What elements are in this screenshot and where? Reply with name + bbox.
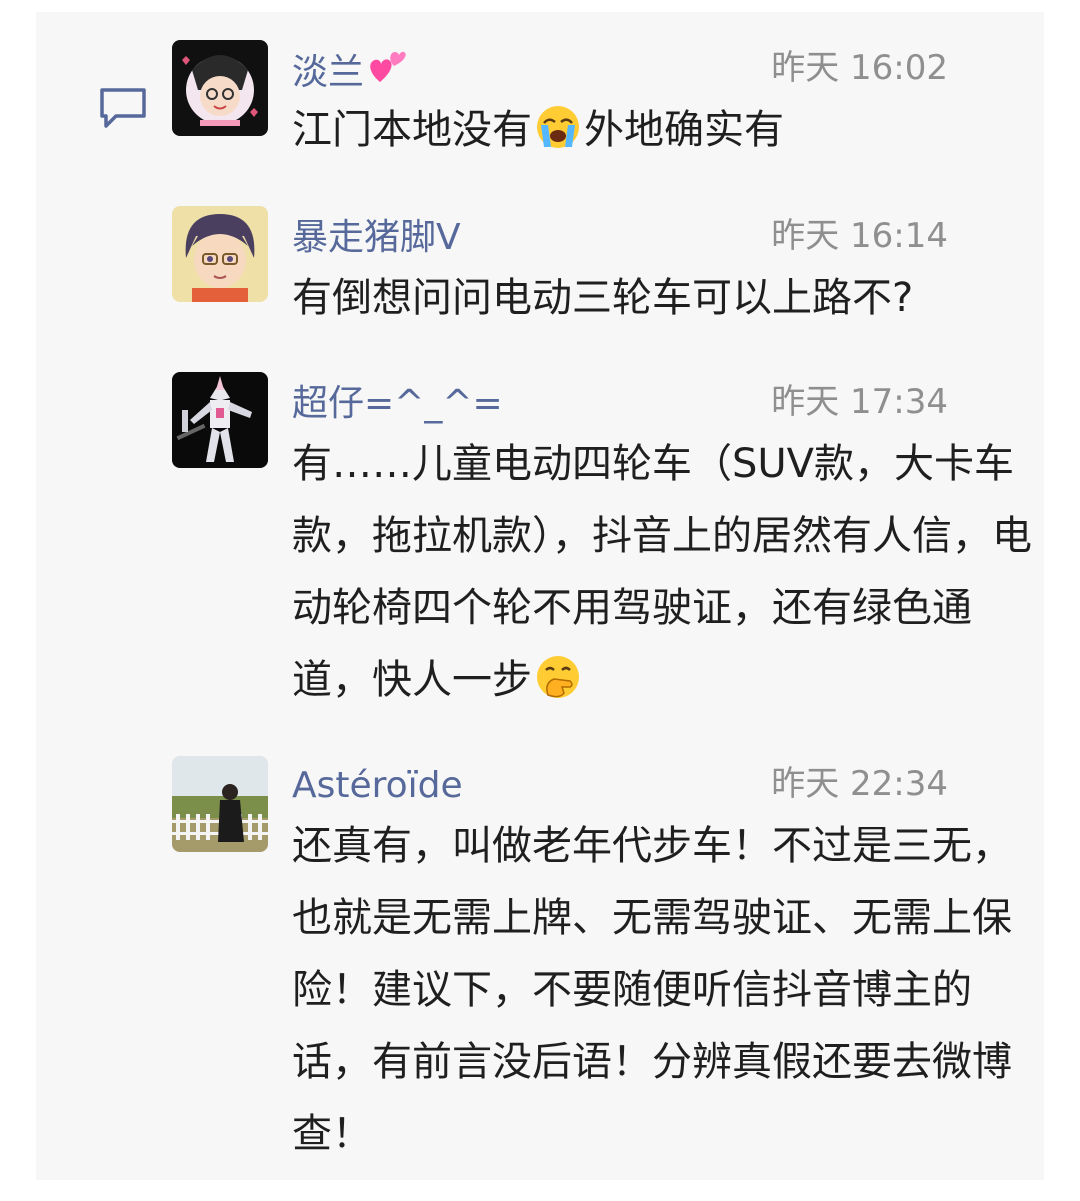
two-hearts-icon bbox=[370, 51, 406, 82]
comment-author[interactable]: 淡兰 bbox=[292, 48, 408, 95]
avatar[interactable] bbox=[172, 206, 268, 302]
comment-author[interactable]: 暴走猪脚V bbox=[292, 216, 461, 260]
comment-author[interactable]: 超仔=^_^= bbox=[292, 382, 503, 426]
face-with-hand-over-mouth-icon bbox=[537, 656, 579, 698]
avatar[interactable] bbox=[172, 40, 268, 136]
comment-thread: 淡兰 昨天 16:02 江门本地没有 外地确实有 暴走猪脚V 昨天 16:14 … bbox=[36, 12, 1044, 1180]
comment-icon[interactable] bbox=[98, 86, 148, 130]
comment-author[interactable]: Astéroïde bbox=[292, 764, 463, 808]
loudly-crying-face-icon bbox=[537, 106, 579, 148]
comment-time: 昨天 16:14 bbox=[771, 216, 948, 256]
comment-text: 有倒想问问电动三轮车可以上路不? bbox=[292, 275, 914, 321]
comment-text: 有……儿童电动四轮车（SUV款，大卡车款，拖拉机款），抖音上的居然有人信，电动轮… bbox=[292, 441, 1032, 703]
comment-text: 还真有，叫做老年代步车！不过是三无，也就是无需上牌、无需驾驶证、无需上保险！建议… bbox=[292, 823, 1012, 1157]
comment-time: 昨天 17:34 bbox=[771, 382, 948, 422]
comment-text: 江门本地没有 外地确实有 bbox=[292, 94, 1037, 166]
comment-time: 昨天 22:34 bbox=[771, 764, 948, 804]
avatar[interactable] bbox=[172, 372, 268, 468]
avatar[interactable] bbox=[172, 756, 268, 852]
comment-time: 昨天 16:02 bbox=[771, 48, 948, 88]
